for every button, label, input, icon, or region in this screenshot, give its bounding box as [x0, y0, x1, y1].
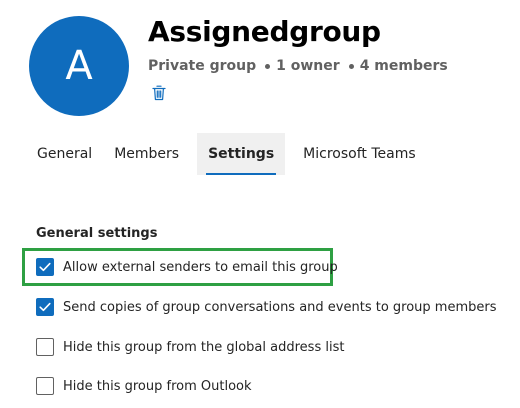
group-avatar: A — [29, 16, 129, 116]
delete-group-button[interactable] — [150, 84, 168, 102]
hide-from-gal-checkbox[interactable] — [36, 338, 54, 356]
avatar-letter: A — [65, 43, 93, 89]
hide-from-outlook-checkbox[interactable] — [36, 377, 54, 395]
group-meta: Private group 1 owner 4 members — [148, 58, 448, 74]
group-members: 4 members — [359, 58, 448, 74]
section-title: General settings — [36, 226, 158, 241]
tab-bar: General Members Settings Microsoft Teams — [26, 133, 427, 175]
tab-settings[interactable]: Settings — [197, 133, 286, 175]
checkmark-icon — [39, 302, 51, 312]
separator-dot — [265, 63, 271, 69]
group-privacy: Private group — [148, 58, 257, 74]
setting-label: Send copies of group conversations and e… — [63, 299, 497, 315]
group-name: Assignedgroup — [148, 15, 381, 48]
tab-general[interactable]: General — [26, 133, 103, 175]
allow-external-senders-checkbox[interactable] — [36, 258, 54, 276]
trash-icon — [152, 85, 166, 101]
checkmark-icon — [39, 262, 51, 272]
setting-label: Hide this group from the global address … — [63, 339, 345, 355]
send-copies-checkbox[interactable] — [36, 298, 54, 316]
setting-hide-from-outlook[interactable]: Hide this group from Outlook — [36, 376, 252, 396]
setting-hide-from-gal[interactable]: Hide this group from the global address … — [36, 337, 344, 357]
setting-send-copies[interactable]: Send copies of group conversations and e… — [36, 297, 497, 317]
setting-label: Hide this group from Outlook — [63, 378, 252, 394]
tab-microsoft-teams[interactable]: Microsoft Teams — [292, 133, 426, 175]
tab-members[interactable]: Members — [103, 133, 190, 175]
group-owners: 1 owner — [276, 58, 340, 74]
setting-label: Allow external senders to email this gro… — [63, 259, 338, 275]
setting-allow-external-senders[interactable]: Allow external senders to email this gro… — [36, 257, 338, 277]
separator-dot — [348, 63, 354, 69]
